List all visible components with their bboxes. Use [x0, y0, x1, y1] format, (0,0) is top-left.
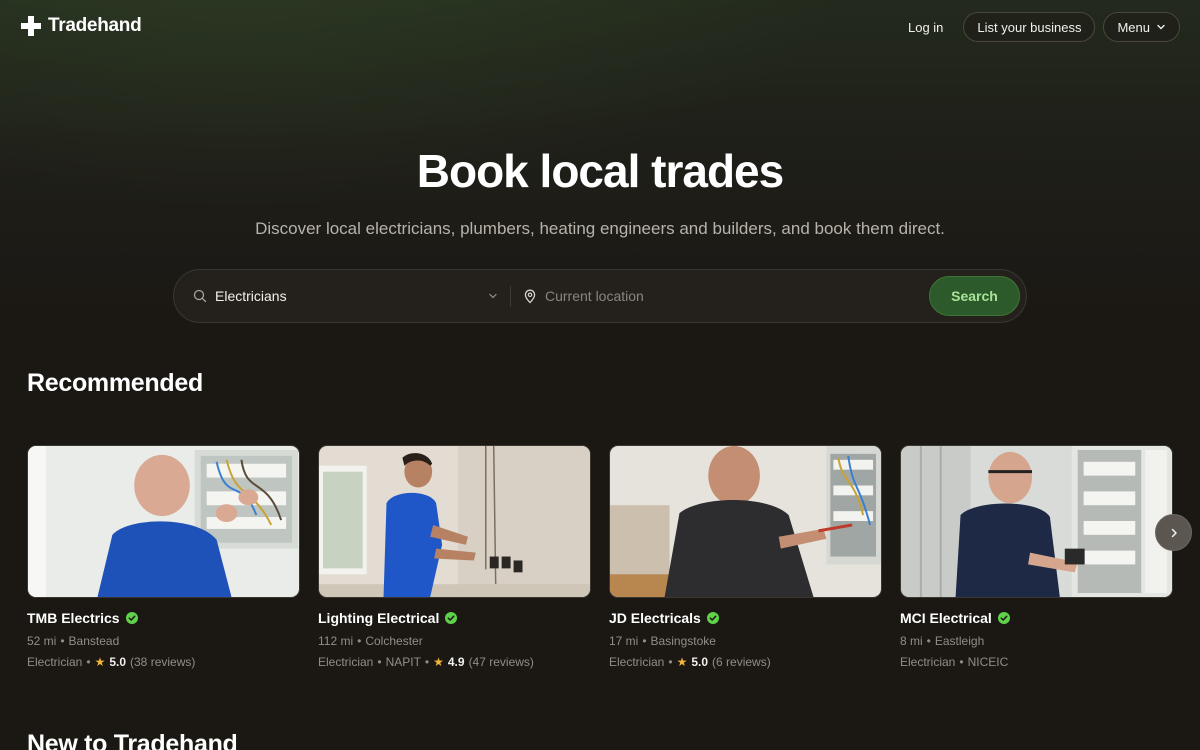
business-location: 112 mi • Colchester [318, 634, 591, 648]
chevron-down-icon [489, 293, 497, 299]
business-card[interactable]: Lighting Electrical 112 mi • Colchester … [318, 445, 591, 669]
list-business-label: List your business [977, 19, 1082, 35]
business-location: 17 mi • Basingstoke [609, 634, 882, 648]
business-photo [900, 445, 1173, 598]
menu-label: Menu [1117, 19, 1150, 35]
search-bar: Electricians Search [173, 269, 1027, 323]
trade-select-value: Electricians [215, 288, 287, 304]
distance: 17 mi [609, 634, 639, 648]
accreditation: NAPIT [385, 655, 421, 669]
separator: • [86, 655, 91, 669]
distance: 112 mi [318, 634, 354, 648]
chevron-down-icon [1157, 24, 1165, 30]
town: Eastleigh [934, 634, 985, 648]
business-details: Electrician • NICEIC [900, 655, 1173, 669]
list-business-button[interactable]: List your business [963, 12, 1096, 42]
hero-title: Book local trades [416, 145, 784, 197]
separator: • [60, 634, 65, 648]
rating: 4.9 [447, 655, 465, 669]
business-name: JD Electricals [609, 610, 701, 626]
verified-icon [445, 612, 458, 624]
business-card[interactable]: JD Electricals 17 mi • Basingstoke Elect… [609, 445, 882, 669]
business-photo [27, 445, 300, 598]
new-section-title: New to Tradehand [27, 730, 238, 750]
business-details: Electrician • ★ 5.0 (6 reviews) [609, 655, 882, 669]
chevron-right-icon [1171, 528, 1177, 537]
location-field [523, 270, 913, 322]
rating: 5.0 [691, 655, 709, 669]
hero-subtitle: Discover local electricians, plumbers, h… [255, 219, 945, 238]
carousel-next-button[interactable] [1155, 514, 1192, 551]
business-details: Electrician • NAPIT • ★ 4.9 (47 reviews) [318, 655, 591, 669]
review-count: (38 reviews) [130, 655, 196, 669]
search-divider [510, 286, 511, 307]
location-input[interactable] [545, 288, 905, 304]
recommended-title: Recommended [27, 369, 203, 397]
logo-icon [21, 16, 41, 36]
trade: Electrician [27, 655, 83, 669]
business-name: TMB Electrics [27, 610, 120, 626]
separator: • [959, 655, 964, 669]
accreditation: NICEIC [967, 655, 1009, 669]
business-photo [609, 445, 882, 598]
trade-select[interactable]: Electricians [193, 270, 498, 322]
verified-icon [125, 612, 138, 624]
menu-button[interactable]: Menu [1103, 12, 1180, 42]
verified-icon [997, 612, 1010, 624]
separator: • [357, 634, 362, 648]
login-link[interactable]: Log in [896, 13, 955, 42]
star-icon: ★ [433, 655, 444, 669]
distance: 8 mi [900, 634, 923, 648]
location-pin-icon [524, 289, 536, 303]
town: Basingstoke [650, 634, 716, 648]
distance: 52 mi [27, 634, 57, 648]
page: Tradehand Log in List your business Menu… [0, 0, 1200, 750]
nav-actions: Log in List your business Menu [896, 12, 1180, 42]
review-count: (6 reviews) [712, 655, 771, 669]
search-icon [193, 289, 207, 303]
star-icon: ★ [94, 655, 106, 669]
business-photo [318, 445, 591, 598]
search-button[interactable]: Search [929, 276, 1020, 316]
business-card[interactable]: TMB Electrics 52 mi • Banstead Electrici… [27, 445, 300, 669]
town: Colchester [365, 634, 423, 648]
top-nav: Tradehand Log in List your business Menu [0, 0, 1200, 54]
town: Banstead [68, 634, 120, 648]
business-details: Electrician • ★ 5.0 (38 reviews) [27, 655, 300, 669]
recommended-carousel: TMB Electrics 52 mi • Banstead Electrici… [27, 445, 1200, 675]
star-icon: ★ [676, 655, 688, 669]
trade: Electrician [318, 655, 374, 669]
trade: Electrician [609, 655, 665, 669]
separator: • [377, 655, 382, 669]
business-name: MCI Electrical [900, 610, 992, 626]
business-location: 8 mi • Eastleigh [900, 634, 1173, 648]
separator: • [668, 655, 673, 669]
separator: • [424, 655, 430, 669]
rating: 5.0 [109, 655, 127, 669]
separator: • [642, 634, 647, 648]
brand-name: Tradehand [48, 15, 142, 36]
logo[interactable]: Tradehand [20, 15, 142, 37]
business-card[interactable]: MCI Electrical 8 mi • Eastleigh Electric… [900, 445, 1173, 669]
trade: Electrician [900, 655, 956, 669]
verified-icon [706, 612, 719, 624]
separator: • [926, 634, 931, 648]
review-count: (47 reviews) [468, 655, 534, 669]
business-name: Lighting Electrical [318, 610, 440, 626]
business-location: 52 mi • Banstead [27, 634, 300, 648]
